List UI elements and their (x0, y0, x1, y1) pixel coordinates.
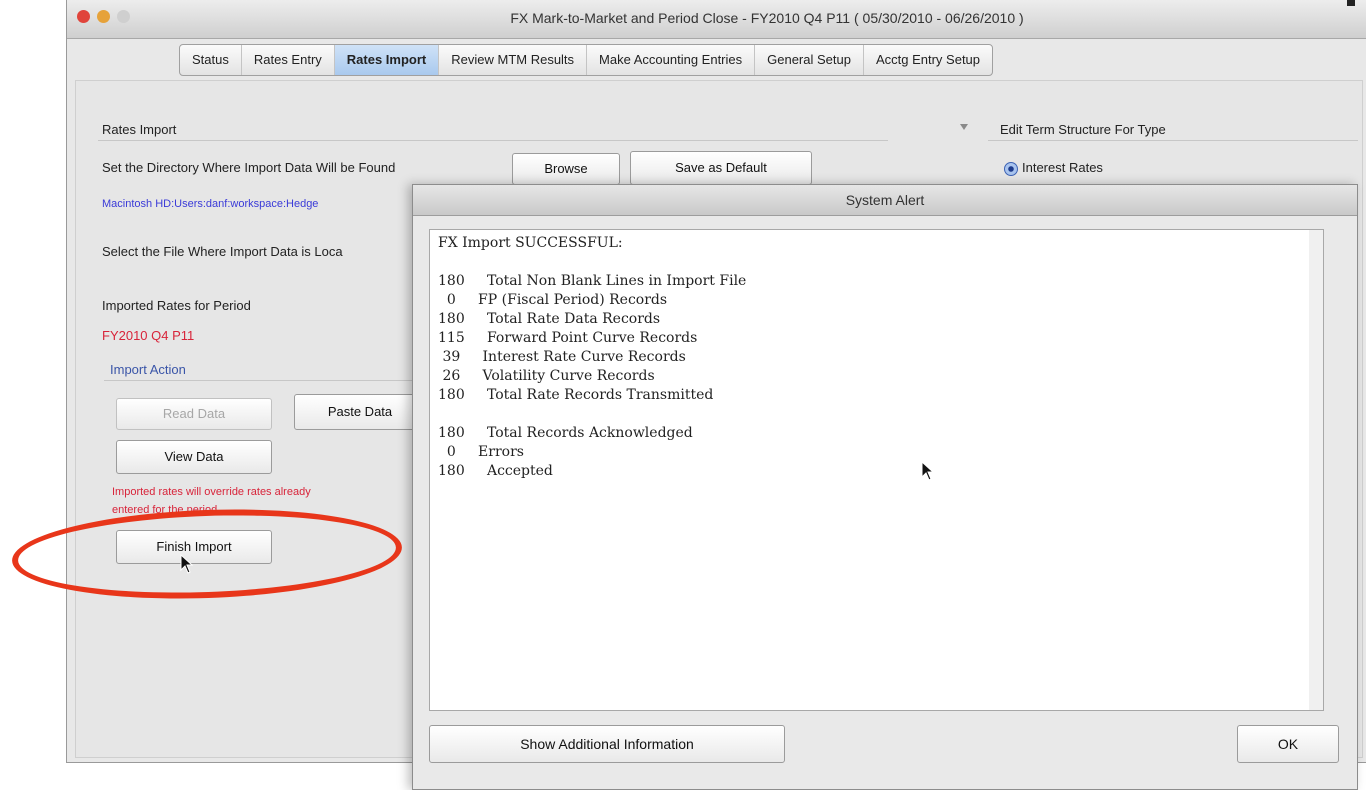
zoom-window-button[interactable] (117, 10, 130, 23)
radio-interest-rates-icon[interactable] (1004, 162, 1018, 176)
read-data-button[interactable]: Read Data (116, 398, 272, 430)
mouse-cursor-icon (180, 554, 194, 574)
minimize-window-button[interactable] (97, 10, 110, 23)
import-action-divider (104, 380, 414, 381)
browse-button[interactable]: Browse (512, 153, 620, 185)
term-structure-divider (988, 140, 1358, 141)
window-title: FX Mark-to-Market and Period Close - FY2… (510, 10, 1024, 26)
save-as-default-button[interactable]: Save as Default (630, 151, 812, 185)
radio-interest-rates-label[interactable]: Interest Rates (1022, 160, 1103, 175)
view-data-button[interactable]: View Data (116, 440, 272, 474)
message-text: FX Import SUCCESSFUL: 180 Total Non Blan… (438, 235, 747, 479)
directory-path: Macintosh HD:Users:danf:workspace:Hedge (102, 198, 319, 210)
system-alert-dialog: System Alert FX Import SUCCESSFUL: 180 T… (412, 184, 1358, 790)
tab-acctg-entry-setup[interactable]: Acctg Entry Setup (864, 45, 992, 75)
corner-mark (1347, 0, 1355, 6)
term-structure-title: Edit Term Structure For Type (1000, 122, 1166, 137)
directory-label: Set the Directory Where Import Data Will… (102, 160, 396, 175)
disclosure-triangle-icon[interactable] (960, 124, 968, 130)
tab-general-setup[interactable]: General Setup (755, 45, 864, 75)
section-divider (98, 140, 888, 141)
mouse-cursor-icon (921, 461, 935, 481)
title-bar: FX Mark-to-Market and Period Close - FY2… (67, 0, 1366, 39)
message-textbox[interactable]: FX Import SUCCESSFUL: 180 Total Non Blan… (429, 229, 1311, 711)
override-warning-line-1: Imported rates will override rates alrea… (112, 486, 311, 498)
imported-rates-label: Imported Rates for Period (102, 298, 251, 313)
message-scrollbar[interactable] (1309, 229, 1324, 711)
paste-data-button[interactable]: Paste Data (294, 394, 426, 430)
finish-import-button[interactable]: Finish Import (116, 530, 272, 564)
close-window-button[interactable] (77, 10, 90, 23)
show-additional-information-button[interactable]: Show Additional Information (429, 725, 785, 763)
period-value: FY2010 Q4 P11 (102, 328, 195, 343)
tab-review-mtm-results[interactable]: Review MTM Results (439, 45, 588, 75)
tab-bar: Status Rates Entry Rates Import Review M… (179, 44, 994, 76)
tab-rates-entry[interactable]: Rates Entry (242, 45, 335, 75)
import-action-title: Import Action (110, 362, 186, 377)
rates-import-section-title: Rates Import (102, 122, 177, 137)
file-label: Select the File Where Import Data is Loc… (102, 244, 343, 259)
override-warning-line-2: entered for the period. (112, 504, 221, 516)
tab-rates-import[interactable]: Rates Import (334, 45, 440, 75)
tab-make-accounting-entries[interactable]: Make Accounting Entries (587, 45, 756, 75)
ok-button[interactable]: OK (1237, 725, 1339, 763)
tab-status[interactable]: Status (180, 45, 242, 75)
dialog-title: System Alert (413, 185, 1357, 216)
